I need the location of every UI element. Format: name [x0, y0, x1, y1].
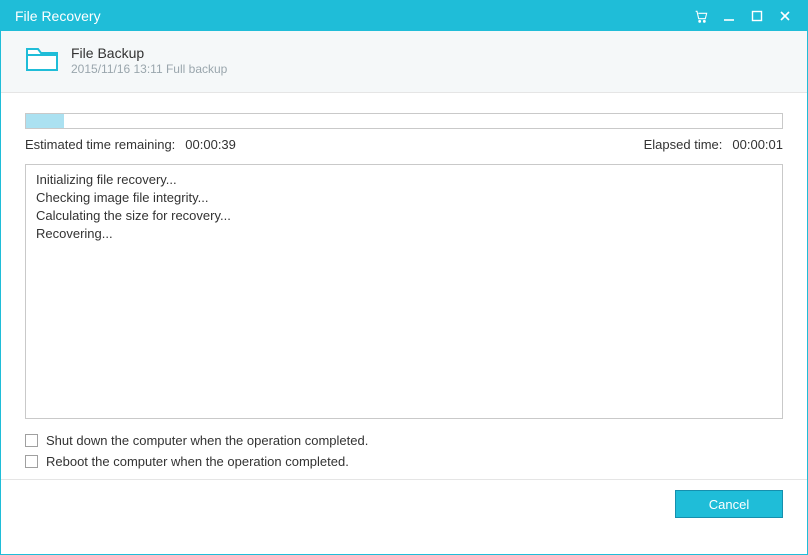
titlebar: File Recovery — [1, 1, 807, 31]
log-area: Initializing file recovery... Checking i… — [25, 164, 783, 419]
remaining-value: 00:00:39 — [185, 137, 236, 152]
shutdown-option[interactable]: Shut down the computer when the operatio… — [25, 433, 783, 448]
window-controls — [687, 1, 799, 31]
shutdown-checkbox[interactable] — [25, 434, 38, 447]
cancel-button[interactable]: Cancel — [675, 490, 783, 518]
close-icon[interactable] — [771, 1, 799, 31]
log-line: Checking image file integrity... — [36, 189, 772, 207]
shutdown-label: Shut down the computer when the operatio… — [46, 433, 368, 448]
header-text: File Backup 2015/11/16 13:11 Full backup — [71, 45, 227, 76]
log-line: Calculating the size for recovery... — [36, 207, 772, 225]
backup-subtitle: 2015/11/16 13:11 Full backup — [71, 62, 227, 76]
folder-icon — [25, 45, 59, 73]
minimize-icon[interactable] — [715, 1, 743, 31]
elapsed-value: 00:00:01 — [732, 137, 783, 152]
reboot-option[interactable]: Reboot the computer when the operation c… — [25, 454, 783, 469]
progress-fill — [26, 114, 64, 128]
log-line: Initializing file recovery... — [36, 171, 772, 189]
elapsed-time: Elapsed time: 00:00:01 — [644, 137, 783, 152]
reboot-label: Reboot the computer when the operation c… — [46, 454, 349, 469]
log-line: Recovering... — [36, 225, 772, 243]
header-band: File Backup 2015/11/16 13:11 Full backup — [1, 31, 807, 93]
remaining-label: Estimated time remaining: — [25, 137, 175, 152]
window-title: File Recovery — [15, 8, 101, 24]
options-group: Shut down the computer when the operatio… — [25, 433, 783, 469]
elapsed-label: Elapsed time: — [644, 137, 723, 152]
reboot-checkbox[interactable] — [25, 455, 38, 468]
progress-bar — [25, 113, 783, 129]
maximize-icon[interactable] — [743, 1, 771, 31]
backup-title: File Backup — [71, 45, 227, 61]
content-area: Estimated time remaining: 00:00:39 Elaps… — [1, 93, 807, 469]
estimated-remaining: Estimated time remaining: 00:00:39 — [25, 137, 236, 152]
footer: Cancel — [1, 480, 807, 528]
cart-icon[interactable] — [687, 1, 715, 31]
time-row: Estimated time remaining: 00:00:39 Elaps… — [25, 137, 783, 152]
